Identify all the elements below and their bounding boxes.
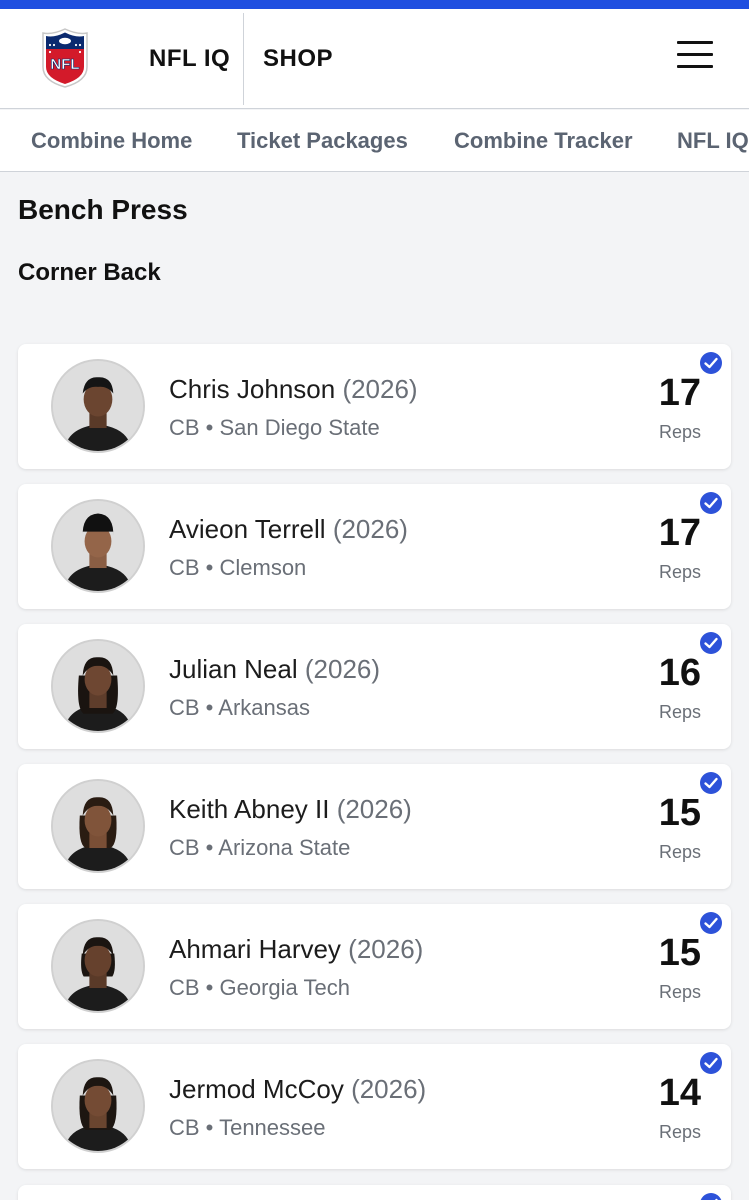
check-badge-icon	[700, 1052, 722, 1074]
player-name[interactable]: Keith Abney II	[169, 794, 329, 824]
reps-label: Reps	[658, 422, 701, 442]
player-name[interactable]: Jermod McCoy	[169, 1074, 344, 1104]
player-meta: CB • Georgia Tech	[169, 975, 350, 1000]
player-card[interactable]: Ahmari Harvey (2026) CB • Georgia Tech 1…	[18, 904, 731, 1029]
player-avatar	[51, 499, 145, 593]
player-avatar	[51, 1059, 145, 1153]
reps-label: Reps	[658, 1122, 701, 1142]
player-name[interactable]: Chris Johnson	[169, 374, 335, 404]
nav-nfl-iq[interactable]: NFL IQ	[149, 45, 230, 73]
player-card[interactable]: Jermod McCoy (2026) CB • Tennessee 14 Re…	[18, 1044, 731, 1169]
player-name[interactable]: Julian Neal	[169, 654, 298, 684]
player-name-line: Avieon Terrell (2026)	[169, 514, 408, 545]
reps-value: 16	[658, 652, 701, 694]
check-badge-icon	[700, 492, 722, 514]
nav-shop[interactable]: SHOP	[263, 45, 333, 73]
check-badge-icon	[700, 632, 722, 654]
subnav-combine-home[interactable]: Combine Home	[31, 128, 192, 154]
player-year: (2026)	[336, 794, 412, 824]
player-year: (2026)	[342, 374, 418, 404]
player-meta: CB • Clemson	[169, 555, 307, 580]
player-name[interactable]: Ahmari Harvey	[169, 934, 341, 964]
reps-value: 14	[658, 1072, 701, 1114]
player-avatar	[51, 359, 145, 453]
top-accent-bar	[0, 0, 749, 9]
reps-label: Reps	[658, 702, 701, 722]
player-year: (2026)	[351, 1074, 427, 1104]
player-card[interactable]: Keith Abney II (2026) CB • Arizona State…	[18, 764, 731, 889]
player-name-line: Keith Abney II (2026)	[169, 794, 412, 825]
player-name[interactable]: Avieon Terrell	[169, 514, 326, 544]
site-header: NFL NFL IQ SHOP	[0, 9, 749, 109]
check-badge-icon	[700, 1193, 722, 1200]
subnav-nfl-iq[interactable]: NFL IQ	[677, 128, 749, 154]
position-group-title: Corner Back	[18, 259, 161, 286]
reps-label: Reps	[658, 842, 701, 862]
reps-value: 17	[658, 372, 701, 414]
reps-value: 15	[658, 932, 701, 974]
player-name-line: Julian Neal (2026)	[169, 654, 380, 685]
player-meta: CB • San Diego State	[169, 415, 380, 440]
player-meta: CB • Arkansas	[169, 695, 310, 720]
reps-value: 15	[658, 792, 701, 834]
hamburger-menu-icon[interactable]	[677, 41, 713, 69]
combine-subnav: Combine Home Ticket Packages Combine Tra…	[0, 110, 749, 172]
player-year: (2026)	[348, 934, 424, 964]
player-meta: CB • Arizona State	[169, 835, 351, 860]
nfl-logo[interactable]: NFL	[40, 27, 90, 89]
reps-label: Reps	[658, 562, 701, 582]
player-name-line: Ahmari Harvey (2026)	[169, 934, 423, 965]
logo-text: NFL	[50, 56, 79, 73]
player-meta: CB • Tennessee	[169, 1115, 326, 1140]
reps-value: 17	[658, 512, 701, 554]
player-card-partial[interactable]	[18, 1185, 731, 1200]
subnav-combine-tracker[interactable]: Combine Tracker	[454, 128, 633, 154]
player-avatar	[51, 919, 145, 1013]
player-card[interactable]: Julian Neal (2026) CB • Arkansas 16 Reps	[18, 624, 731, 749]
player-card[interactable]: Avieon Terrell (2026) CB • Clemson 17 Re…	[18, 484, 731, 609]
page-title: Bench Press	[18, 194, 188, 225]
check-badge-icon	[700, 352, 722, 374]
player-avatar	[51, 779, 145, 873]
player-avatar	[51, 639, 145, 733]
player-year: (2026)	[304, 654, 381, 684]
check-badge-icon	[700, 912, 722, 934]
subnav-ticket-packages[interactable]: Ticket Packages	[237, 128, 408, 154]
reps-label: Reps	[658, 982, 701, 1002]
check-badge-icon	[700, 772, 722, 794]
player-year: (2026)	[332, 514, 408, 544]
player-name-line: Jermod McCoy (2026)	[169, 1074, 426, 1105]
player-name-line: Chris Johnson (2026)	[169, 374, 418, 405]
player-card[interactable]: Chris Johnson (2026) CB • San Diego Stat…	[18, 344, 731, 469]
nav-divider	[243, 13, 244, 105]
